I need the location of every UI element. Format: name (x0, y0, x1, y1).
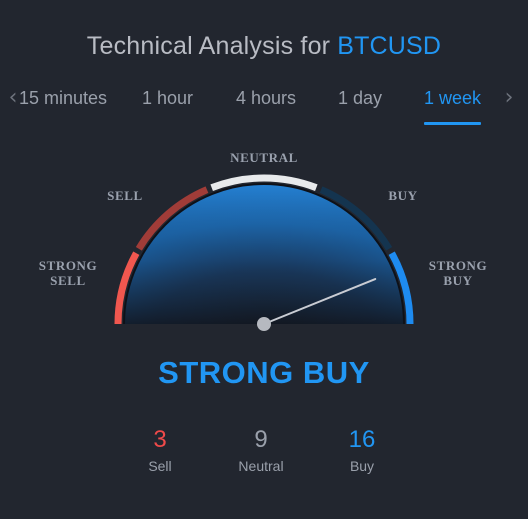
tab-label: 1 hour (142, 88, 194, 108)
page-title: Technical Analysis for BTCUSD (0, 32, 528, 61)
timeframe-tabs: ‹ › 15 minutes 1 hour 4 hours 1 day 1 week (0, 84, 528, 130)
tab-label: 4 hours (236, 88, 297, 108)
tab-label: 15 minutes (19, 88, 108, 108)
tabs-scroll-container: 15 minutes 1 hour 4 hours 1 day 1 week (14, 84, 514, 130)
tab-label: 1 week (424, 88, 482, 108)
signal-counters: 3 Sell 9 Neutral 16 Buy (0, 425, 528, 495)
gauge-dome-fill (124, 184, 404, 324)
tab-1-week[interactable]: 1 week (424, 84, 482, 132)
counter-buy-value: 16 (348, 426, 376, 453)
chevron-left-icon[interactable]: ‹ (4, 84, 22, 114)
tab-active-underline (424, 122, 482, 125)
page-title-symbol: BTCUSD (337, 32, 442, 60)
tab-label: 1 day (338, 88, 383, 108)
analysis-gauge: NEUTRAL SELL BUY STRONG SELL STRONG BUY (0, 140, 528, 340)
verdict-text: STRONG BUY (158, 355, 370, 390)
tab-1-day[interactable]: 1 day (338, 84, 382, 132)
counter-buy: 16 Buy (302, 425, 422, 477)
gauge-label-strong-sell-line1: STRONG (38, 258, 98, 273)
gauge-label-neutral: NEUTRAL (230, 150, 298, 165)
gauge-graphic (114, 174, 414, 331)
counter-buy-label: Buy (349, 458, 375, 474)
tab-1-hour[interactable]: 1 hour (142, 84, 193, 132)
gauge-label-strong-sell-line2: SELL (50, 273, 86, 288)
gauge-needle-hub (257, 317, 271, 331)
gauge-label-strong-buy: STRONG BUY (408, 258, 508, 288)
technical-analysis-widget: Technical Analysis for BTCUSD ‹ › 15 minu… (0, 0, 528, 519)
gauge-label-buy: BUY (388, 188, 418, 203)
chevron-right-icon[interactable]: › (500, 84, 518, 114)
gauge-label-strong-buy-line2: BUY (443, 273, 473, 288)
gauge-label-sell: SELL (107, 188, 143, 203)
gauge-label-strong-sell: STRONG SELL (18, 258, 118, 288)
tab-15-minutes[interactable]: 15 minutes (19, 84, 107, 132)
tab-4-hours[interactable]: 4 hours (236, 84, 296, 132)
page-title-prefix: Technical Analysis for (86, 32, 331, 60)
gauge-label-strong-buy-line1: STRONG (428, 258, 488, 273)
